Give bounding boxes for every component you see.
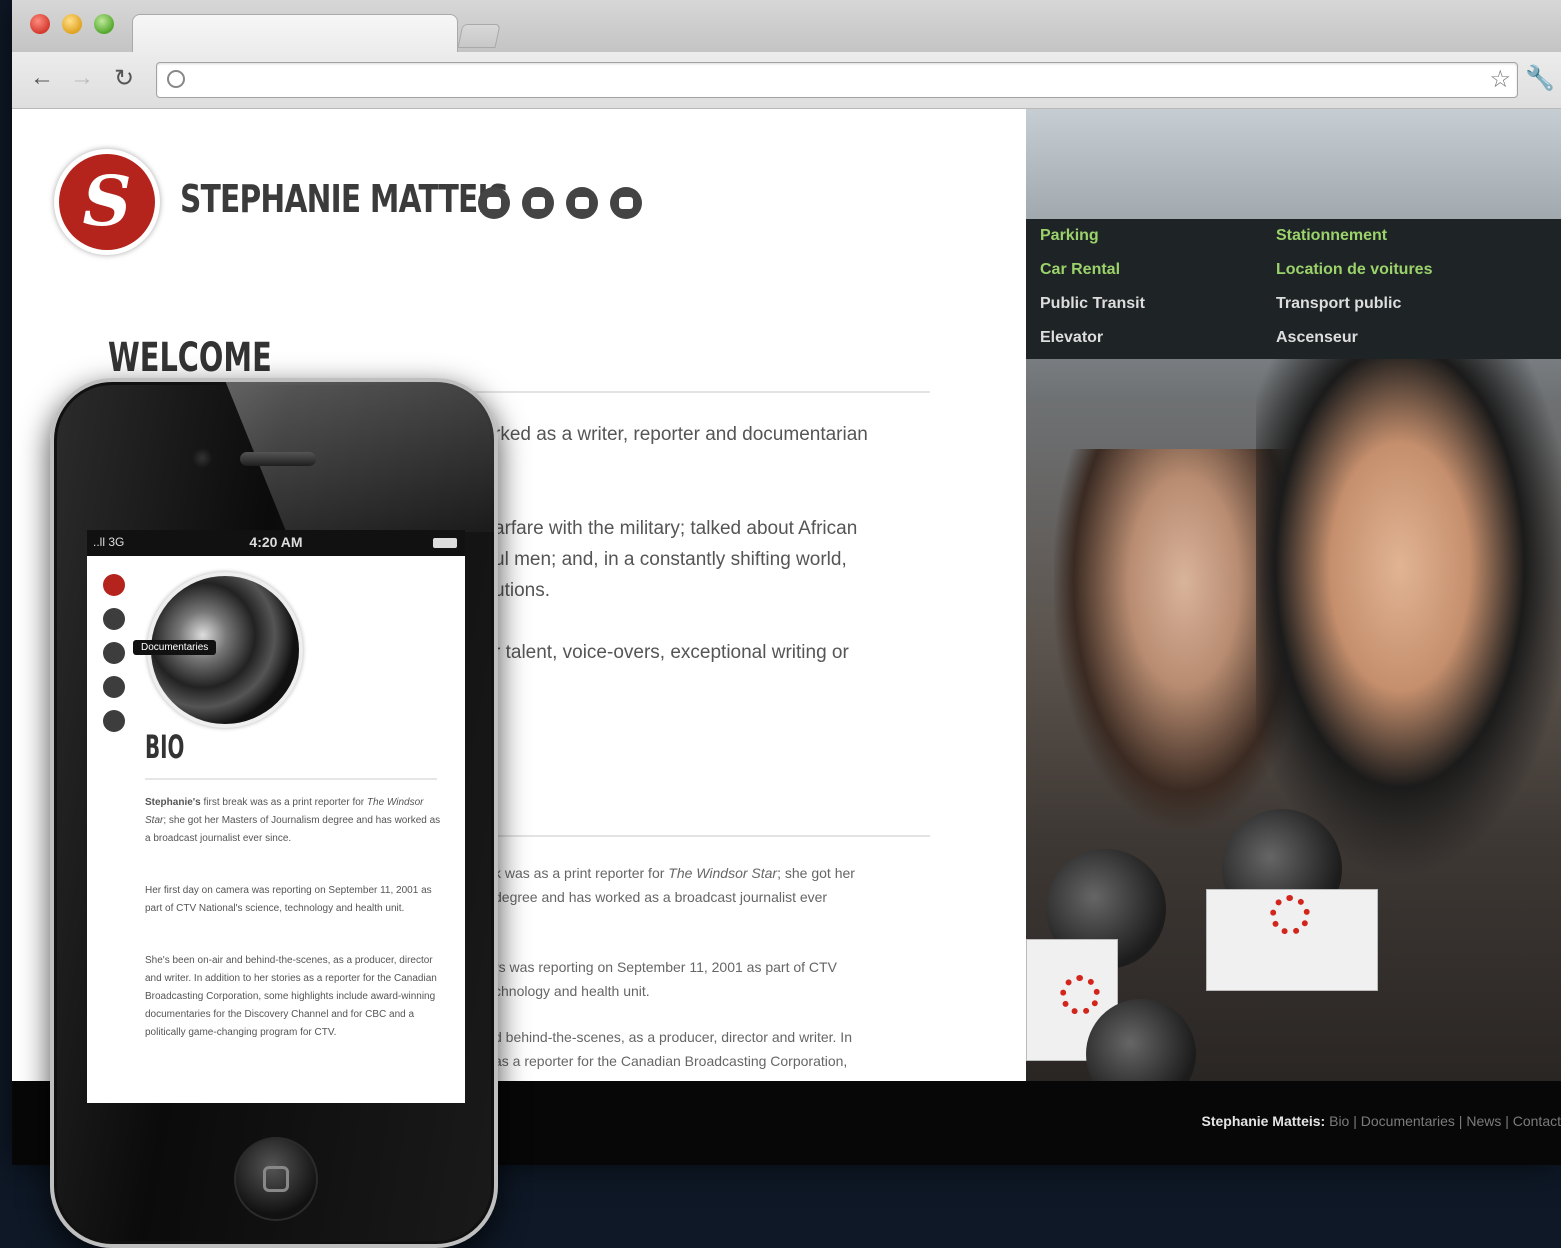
- text-line: ul men; and, in a constantly shifting wo…: [494, 549, 847, 570]
- battery-icon: [433, 538, 457, 548]
- phone-clock: 4:20 AM: [249, 534, 303, 550]
- download-icon[interactable]: [103, 608, 125, 630]
- home-button[interactable]: [234, 1137, 318, 1221]
- footer-name: Stephanie Matteis:: [1201, 1113, 1326, 1129]
- zoom-window-button[interactable]: [94, 14, 114, 34]
- browser-toolbar: ← → ↻ ☆ 🔧: [12, 52, 1561, 109]
- welcome-paragraph-2: arfare with the military; talked about A…: [494, 513, 924, 606]
- news-icon[interactable]: [566, 187, 598, 219]
- logo-monogram: S: [59, 154, 155, 250]
- sign-row: Stationnement: [1276, 227, 1388, 244]
- text-run: ; she got her: [777, 865, 855, 881]
- url-input[interactable]: [193, 63, 1477, 97]
- globe-icon: [167, 70, 185, 88]
- sign-row: Public Transit: [1040, 295, 1145, 312]
- forward-button[interactable]: →: [66, 62, 98, 94]
- sign-row: Elevator: [1040, 329, 1104, 346]
- bio-heading: BIO: [145, 728, 185, 766]
- mail-icon[interactable]: [610, 187, 642, 219]
- text-line: r talent, voice-overs, exceptional writi…: [494, 642, 849, 663]
- sign-row: Ascenseur: [1276, 329, 1358, 346]
- home-square-icon: [263, 1166, 289, 1192]
- nav-tooltip: Documentaries: [133, 640, 217, 655]
- footer-nav: Stephanie Matteis: Bio | Documentaries |…: [1202, 1113, 1561, 1129]
- wrench-icon: 🔧: [1525, 64, 1555, 92]
- sign-row: Car Rental: [1040, 261, 1121, 278]
- bio-paragraph-2: Her first day on camera was reporting on…: [145, 885, 432, 914]
- browser-titlebar: [12, 0, 1561, 55]
- hero-photo: Parking Stationnement Car Rental Locatio…: [1026, 109, 1561, 1081]
- site-logo[interactable]: S: [54, 149, 160, 255]
- download-icon[interactable]: [478, 187, 510, 219]
- reload-button[interactable]: ↻: [108, 62, 140, 94]
- reporter-figure: [1256, 359, 1561, 879]
- text-line: rked as a writer, reporter and documenta…: [494, 424, 868, 445]
- text-line: degree and has worked as a broadcast jou…: [494, 889, 828, 905]
- news-icon[interactable]: [103, 676, 125, 698]
- minimize-window-button[interactable]: [62, 14, 82, 34]
- bio-paragraph-3: She's been on-air and behind-the-scenes,…: [145, 955, 437, 1038]
- text-line: as a reporter for the Canadian Broadcast…: [494, 1053, 848, 1069]
- front-camera: [192, 448, 212, 468]
- bio-paragraph-1: Stephanie's first break was as a print r…: [145, 797, 441, 844]
- cbc-logo-icon: [1270, 895, 1310, 935]
- bio-divider: [145, 778, 437, 780]
- welcome-paragraph-3: r talent, voice-overs, exceptional writi…: [494, 637, 924, 668]
- phone-screen: ..ll 3G 4:20 AM Documentaries BIO Stepha…: [87, 530, 465, 1103]
- browser-tab[interactable]: [132, 14, 458, 55]
- sign-row: Parking: [1040, 227, 1099, 244]
- site-name[interactable]: STEPHANIE MATTEIS: [180, 177, 509, 221]
- text-line: arfare with the military; talked about A…: [494, 518, 858, 539]
- star-icon[interactable]: ☆: [1489, 65, 1511, 94]
- reload-icon: ↻: [113, 64, 135, 92]
- iphone-mockup: ..ll 3G 4:20 AM Documentaries BIO Stepha…: [50, 378, 498, 1248]
- bio-paragraph-3: d behind-the-scenes, as a producer, dire…: [494, 1025, 924, 1073]
- arrow-left-icon: ←: [30, 64, 54, 91]
- logo-icon[interactable]: [103, 574, 125, 596]
- wrench-menu-button[interactable]: 🔧: [1524, 62, 1556, 94]
- address-bar[interactable]: ☆: [156, 62, 1518, 98]
- text-line: utions.: [494, 580, 550, 601]
- new-tab-button[interactable]: [457, 24, 501, 48]
- airport-sign: Parking Stationnement Car Rental Locatio…: [1026, 219, 1561, 359]
- mail-icon[interactable]: [103, 710, 125, 732]
- arrow-right-icon: →: [70, 64, 94, 91]
- text-line: chnology and health unit.: [494, 983, 650, 999]
- bio-paragraph-2: rs was reporting on September 11, 2001 a…: [494, 955, 924, 1003]
- film-icon[interactable]: [522, 187, 554, 219]
- close-window-button[interactable]: [30, 14, 50, 34]
- welcome-paragraph-1: rked as a writer, reporter and documenta…: [494, 419, 924, 450]
- text-line: rs was reporting on September 11, 2001 a…: [494, 959, 837, 975]
- cbc-logo-icon: [1060, 975, 1100, 1015]
- earpiece: [240, 452, 316, 466]
- sign-row: Location de voitures: [1276, 261, 1433, 278]
- sign-row: Transport public: [1276, 295, 1402, 312]
- welcome-heading: WELCOME: [108, 335, 272, 381]
- film-icon[interactable]: [103, 642, 125, 664]
- back-button[interactable]: ←: [26, 62, 58, 94]
- text-run: k was as a print reporter for: [494, 865, 669, 881]
- text-line: d behind-the-scenes, as a producer, dire…: [494, 1029, 852, 1045]
- text-run-em: The Windsor Star: [668, 865, 778, 881]
- bio-paragraph-1: k was as a print reporter for The Windso…: [494, 861, 924, 909]
- phone-statusbar: ..ll 3G 4:20 AM: [87, 530, 465, 556]
- footer-links[interactable]: Bio | Documentaries | News | Contact: [1329, 1113, 1561, 1129]
